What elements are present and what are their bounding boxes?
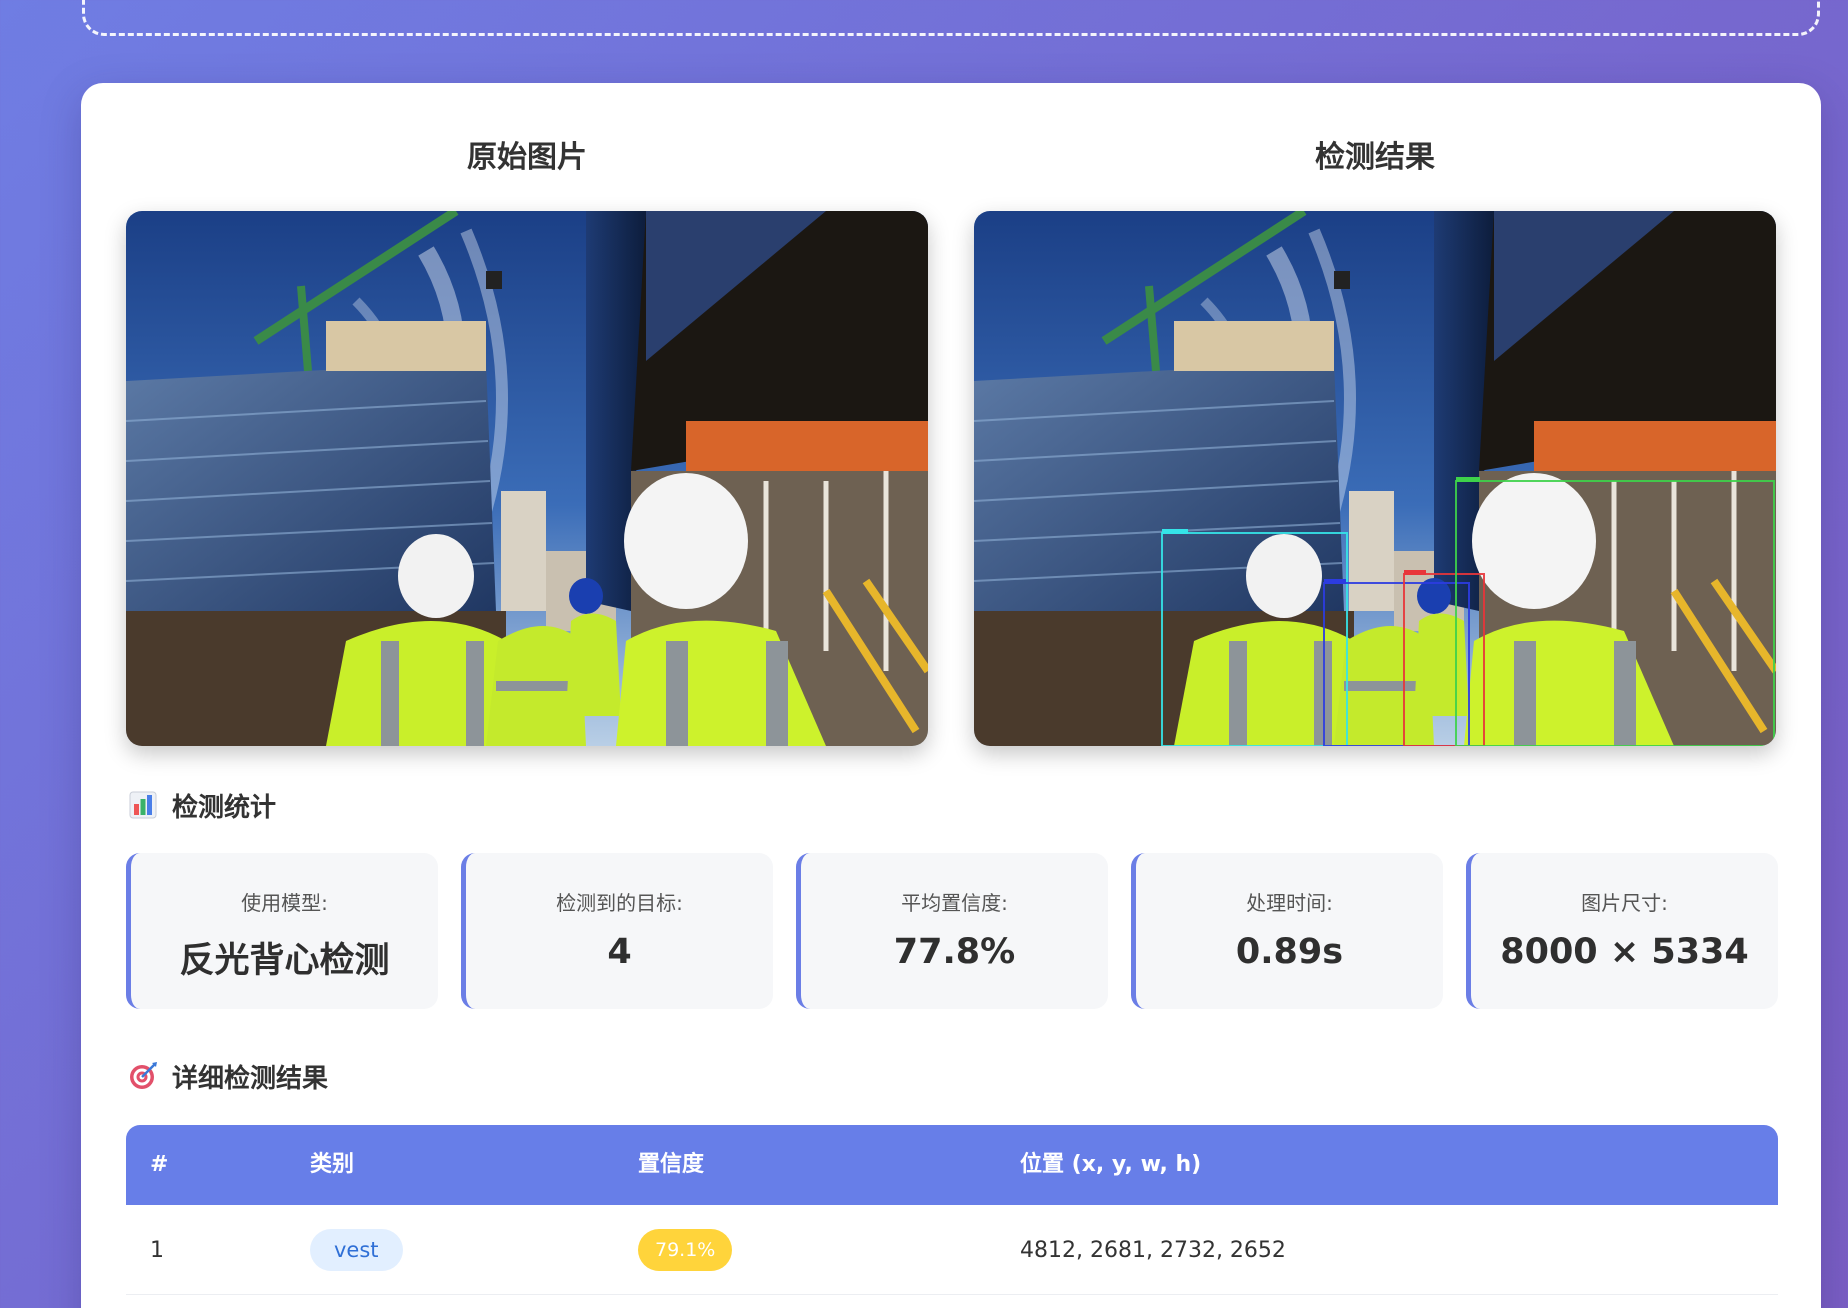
stat-value: 8000 × 5334 <box>1500 932 1749 972</box>
row-position: 4812, 2681, 2732, 2652 <box>1020 1237 1286 1263</box>
original-image-panel: 原始图片 <box>126 128 928 746</box>
stat-value: 4 <box>607 932 632 972</box>
column-header-class: 类别 <box>310 1152 355 1177</box>
column-header-confidence: 置信度 <box>638 1152 705 1177</box>
stats-section-label: 检测统计 <box>172 792 277 823</box>
column-header-index: # <box>150 1152 169 1177</box>
table-header: # 类别 置信度 位置 (x, y, w, h) <box>126 1125 1778 1205</box>
column-header-position: 位置 (x, y, w, h) <box>1020 1152 1202 1177</box>
stat-value: 反光背心检测 <box>179 941 390 981</box>
detections-table: # 类别 置信度 位置 (x, y, w, h) 1 vest 79.1% 48… <box>126 1125 1778 1295</box>
stat-label: 平均置信度: <box>901 891 1008 915</box>
stat-value: 77.8% <box>893 932 1016 972</box>
result-image <box>974 211 1776 746</box>
confidence-badge: 79.1% <box>638 1229 733 1271</box>
stats-section-title: 检测统计 <box>128 785 276 825</box>
result-image-panel: 检测结果 <box>974 128 1776 746</box>
stat-detected-count: 检测到的目标: 4 <box>461 853 773 1009</box>
stat-label: 使用模型: <box>241 891 328 915</box>
bar-chart-icon <box>128 790 158 820</box>
stat-label: 检测到的目标: <box>556 891 683 915</box>
stat-value: 0.89s <box>1235 932 1344 972</box>
row-index: 1 <box>150 1237 164 1263</box>
stat-processing-time: 处理时间: 0.89s <box>1131 853 1443 1009</box>
stat-model: 使用模型: 反光背心检测 <box>126 853 438 1009</box>
stat-image-size: 图片尺寸: 8000 × 5334 <box>1466 853 1778 1009</box>
details-section-label: 详细检测结果 <box>172 1063 329 1094</box>
row-class-cell: vest <box>310 1205 403 1295</box>
stat-label: 处理时间: <box>1246 891 1333 915</box>
class-badge: vest <box>310 1229 403 1271</box>
stats-row: 使用模型: 反光背心检测 检测到的目标: 4 平均置信度: 77.8% 处理时间… <box>126 853 1778 1009</box>
row-confidence-cell: 79.1% <box>638 1205 733 1295</box>
result-image-title: 检测结果 <box>1315 140 1435 175</box>
upload-dropzone[interactable] <box>82 0 1820 36</box>
target-icon <box>128 1061 158 1091</box>
table-row: 1 vest 79.1% 4812, 2681, 2732, 2652 <box>126 1205 1778 1295</box>
stat-label: 图片尺寸: <box>1581 891 1668 915</box>
original-image <box>126 211 928 746</box>
details-section-title: 详细检测结果 <box>128 1056 328 1096</box>
results-card: 原始图片 检测结果 检测统计 使用模型: 反光背心检测 检测到的目标: 4 平均… <box>81 83 1821 1308</box>
original-image-title: 原始图片 <box>467 140 587 175</box>
stat-avg-confidence: 平均置信度: 77.8% <box>796 853 1108 1009</box>
